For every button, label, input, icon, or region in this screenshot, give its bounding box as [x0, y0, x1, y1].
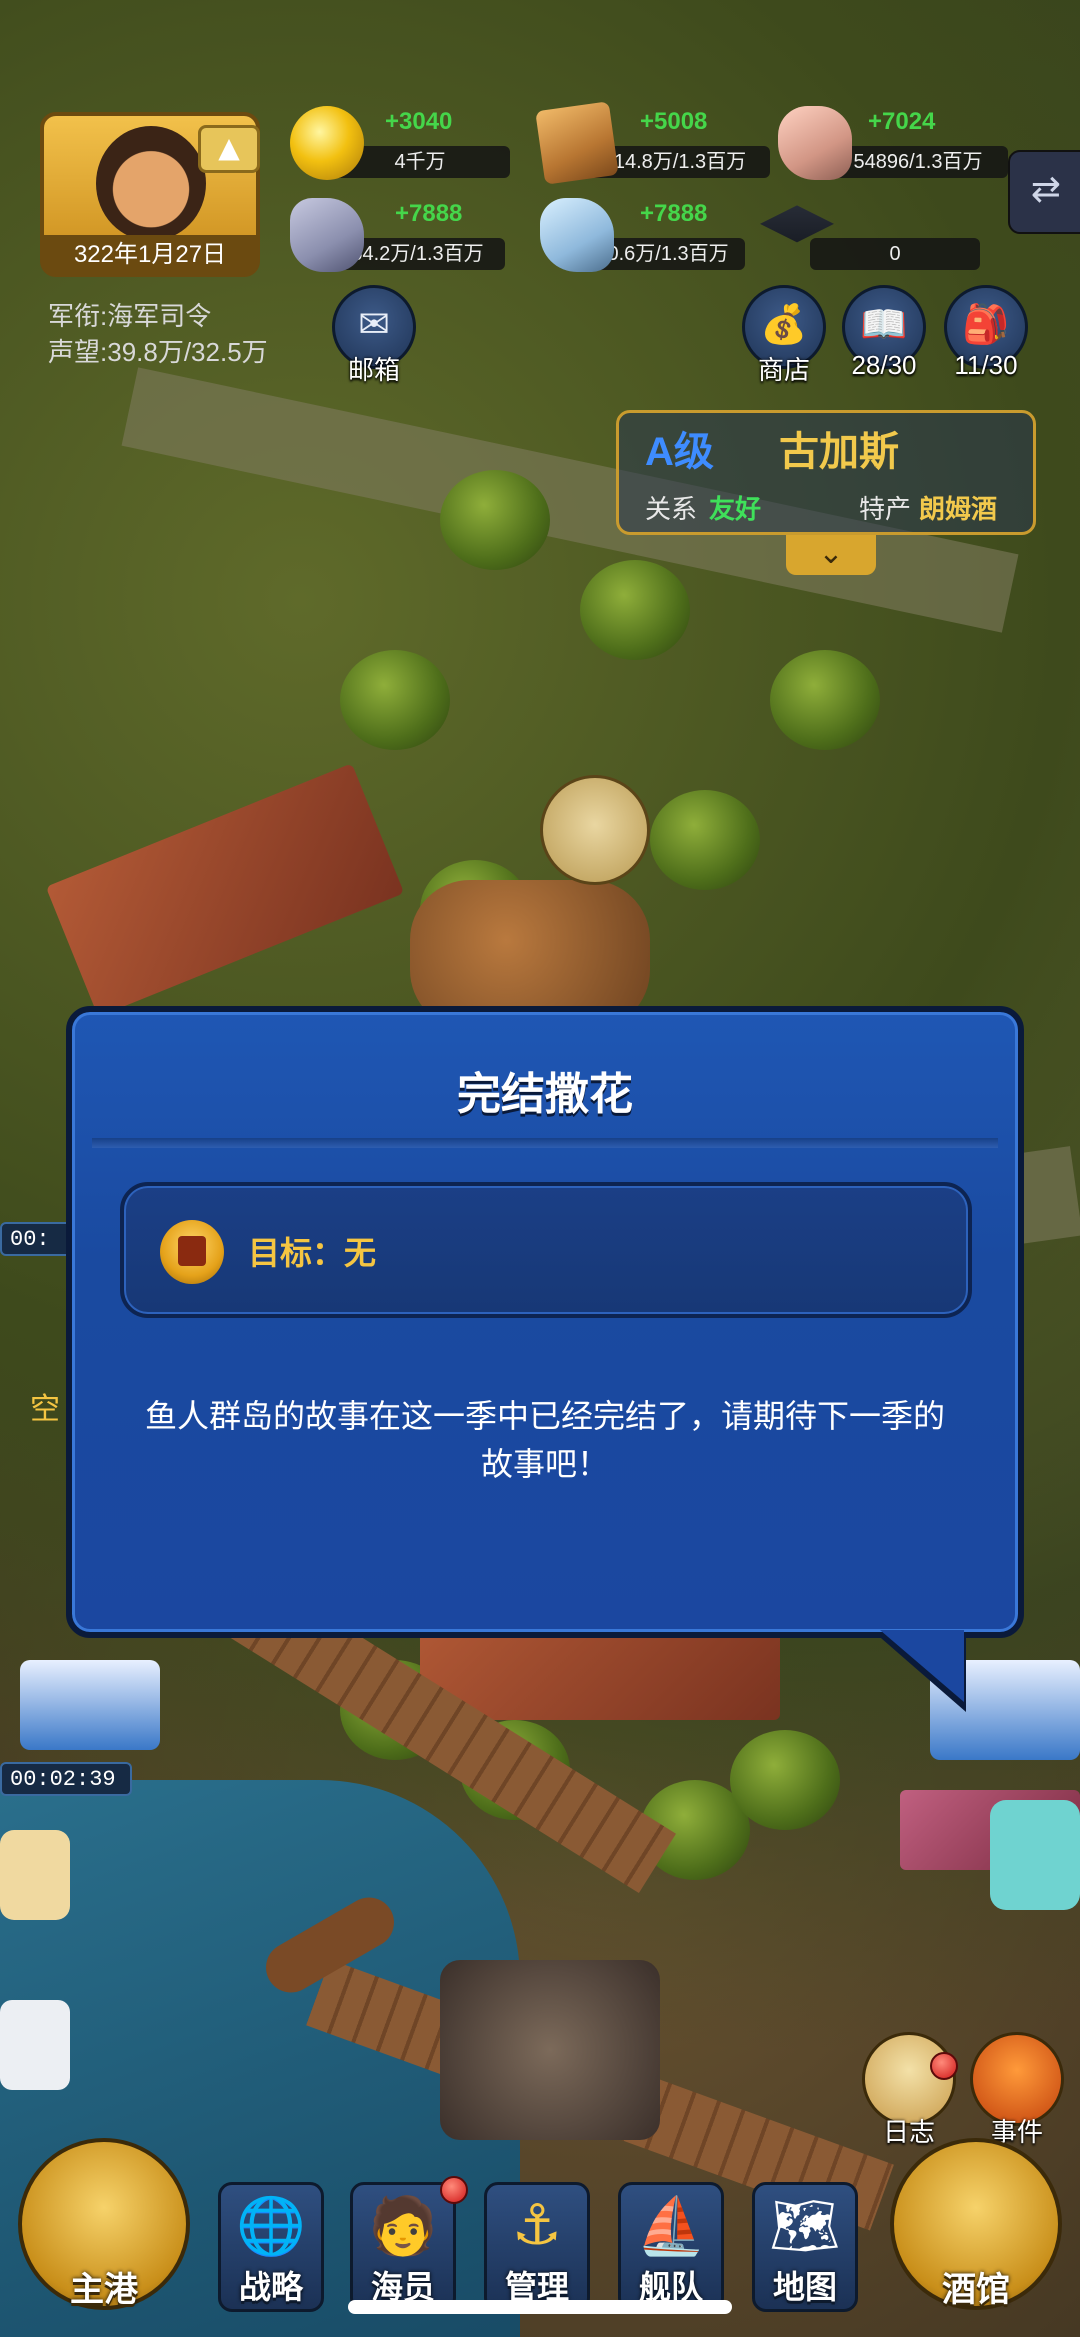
relation-label: 关系: [645, 494, 698, 524]
military-rank: 军衔:海军司令: [48, 301, 212, 331]
crystal-icon: [540, 198, 614, 272]
resource-gain: +7888: [640, 200, 708, 227]
building-roof: [45, 763, 405, 1017]
book-icon: 📖: [860, 302, 908, 346]
notification-dot: [440, 2176, 468, 2204]
mail-label: 邮箱: [347, 355, 400, 385]
ship-thumbnail[interactable]: [20, 1660, 160, 1750]
dialog-title: 完结撒花: [457, 1070, 633, 1119]
cat-character: [990, 1800, 1080, 1910]
divider: [92, 1138, 998, 1148]
book-count: 28/30: [851, 350, 917, 380]
season-end-dialog[interactable]: 完结撒花 目标：无 鱼人群岛的故事在这一季中已经完结了，请期待下一季的故事吧！: [66, 1006, 1024, 1638]
nav-home-label: 主港: [70, 2271, 138, 2309]
relation-value: 友好: [709, 494, 762, 524]
gold-icon: [290, 106, 364, 180]
game-date: 322年1月27日: [40, 235, 260, 275]
resource-gain: +7024: [868, 108, 936, 135]
resource-amount: 0: [810, 238, 980, 270]
iron-icon: [290, 198, 364, 272]
swap-arrows-icon[interactable]: ⇄: [1008, 150, 1080, 234]
resource-gain: +3040: [385, 108, 453, 135]
city-name: 古加斯: [779, 430, 899, 474]
tree: [650, 790, 760, 890]
dialog-tail: [880, 1630, 964, 1702]
avatar: [96, 126, 206, 241]
ship-icon: ⛵: [636, 2194, 706, 2259]
resource-stone[interactable]: 54896/1.3百万 +7024: [778, 106, 1008, 188]
tree: [730, 1730, 840, 1830]
tree: [580, 560, 690, 660]
city-grade: A级: [645, 430, 714, 474]
home-indicator[interactable]: [348, 2300, 732, 2314]
dialog-message: 鱼人群岛的故事在这一季中已经完结了，请期待下一季的故事吧！: [144, 1398, 945, 1482]
globe-icon: 🌐: [236, 2194, 306, 2259]
resource-gain: +5008: [640, 108, 708, 135]
tree: [340, 650, 450, 750]
idle-label: 空: [30, 1393, 60, 1426]
map-icon: 🗺: [769, 2194, 841, 2259]
resource-gain: +7888: [395, 200, 463, 227]
goal-box: 目标：无: [120, 1182, 972, 1318]
tree: [770, 650, 880, 750]
shop-label: 商店: [757, 355, 810, 385]
notification-dot: [930, 2052, 958, 2080]
nav-map-label: 地图: [772, 2269, 837, 2305]
ship-timer: 00:02:39: [0, 1762, 132, 1796]
envelope-icon: ✉: [358, 302, 390, 346]
goal-text: 目标：无: [248, 1235, 377, 1271]
bag-count: 11/30: [954, 350, 1018, 380]
prestige: 声望:39.8万/32.5万: [48, 337, 268, 367]
specialty-label: 特产: [859, 494, 912, 524]
resource-amount: 54896/1.3百万: [828, 146, 1008, 178]
resource-crystal[interactable]: 10.6万/1.3百万 +7888: [540, 198, 745, 280]
beer-mug-icon[interactable]: [540, 775, 650, 885]
medal-icon: [160, 1220, 224, 1284]
stone-icon: [778, 106, 852, 180]
tree: [440, 470, 550, 570]
nav-tavern-label: 酒馆: [942, 2271, 1010, 2309]
resource-scholar[interactable]: 0: [760, 200, 980, 280]
log-label: 日志: [882, 2117, 935, 2147]
city-info-panel[interactable]: A级 古加斯 关系 友好 特产 朗姆酒: [616, 410, 1036, 535]
money-bag-icon: 💰: [760, 302, 808, 346]
crew-icon: 🧑: [368, 2194, 438, 2259]
robot-character: [0, 2000, 70, 2090]
resource-gold[interactable]: 4千万 +3040: [290, 106, 510, 188]
wood-icon: [535, 101, 619, 185]
resource-wood[interactable]: 14.8万/1.3百万 +5008: [535, 101, 770, 188]
nav-strategy-label: 战略: [238, 2269, 303, 2305]
crane: [440, 1960, 660, 2140]
backpack-icon: 🎒: [962, 302, 1010, 346]
specialty-value: 朗姆酒: [919, 494, 998, 524]
cat-character: [0, 1830, 70, 1920]
anchor-icon: ⚓: [511, 2193, 563, 2258]
rank-up-icon[interactable]: ▲: [198, 125, 260, 173]
resource-iron[interactable]: 64.2万/1.3百万 +7888: [290, 198, 505, 280]
chevron-down-icon[interactable]: ⌄: [786, 535, 876, 575]
